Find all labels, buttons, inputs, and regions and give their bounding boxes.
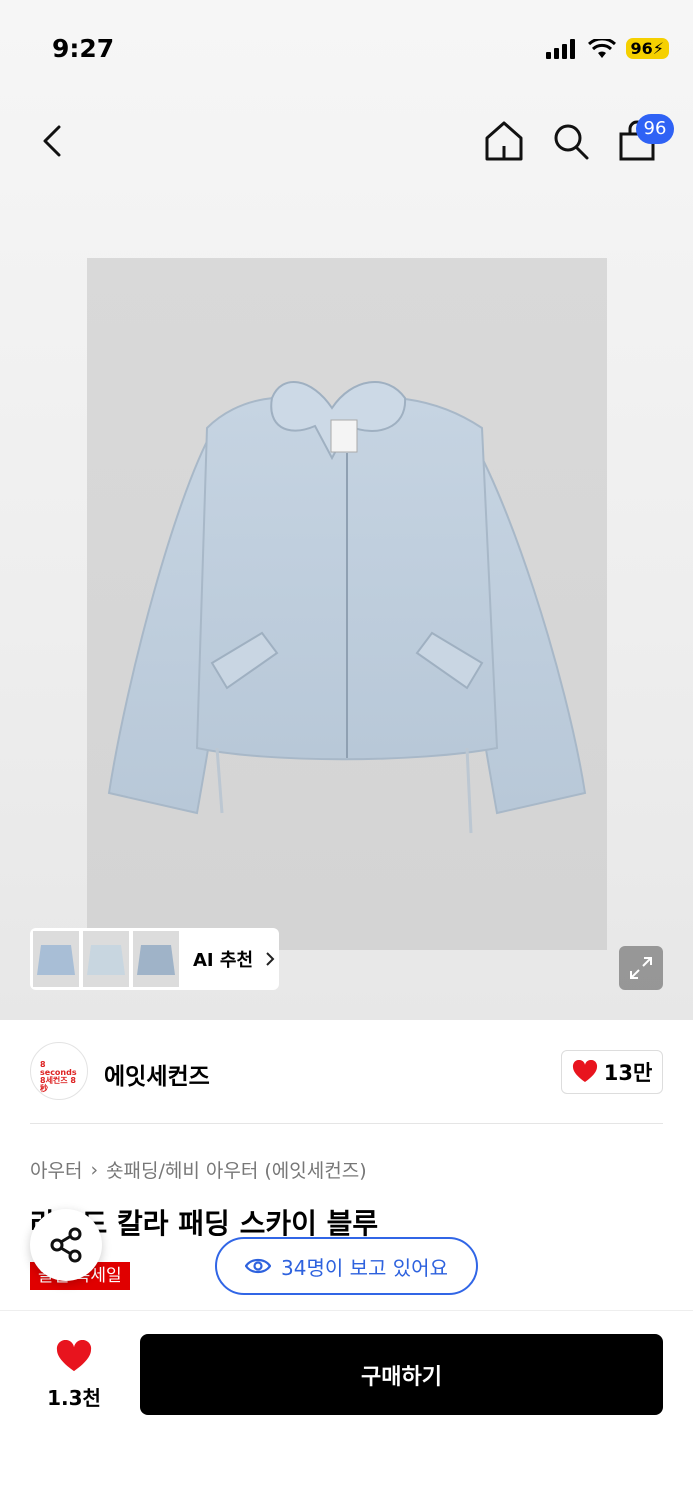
recommendation-thumbnail[interactable] — [83, 931, 129, 987]
expand-icon — [630, 957, 652, 979]
breadcrumb: 아우터 › 숏패딩/헤비 아우터 (에잇세컨즈) — [30, 1156, 367, 1183]
product-image[interactable] — [87, 258, 607, 950]
viewers-indicator: 34명이 보고 있어요 — [215, 1237, 478, 1295]
back-arrow-icon[interactable] — [34, 118, 74, 164]
search-icon[interactable] — [551, 120, 591, 162]
status-time: 9:27 — [52, 34, 115, 63]
share-button[interactable] — [30, 1209, 102, 1281]
chevron-right-icon — [266, 952, 275, 966]
chevron-right-icon: › — [90, 1158, 99, 1181]
viewers-text: 34명이 보고 있어요 — [281, 1255, 448, 1280]
wifi-icon — [587, 38, 616, 58]
battery-indicator: 96⚡ — [625, 38, 669, 59]
brand-row[interactable]: 8 seconds 8세컨즈 8秒 에잇세컨즈 13만 — [30, 1040, 663, 1104]
breadcrumb-subcategory[interactable]: 숏패딩/헤비 아우터 (에잇세컨즈) — [106, 1156, 367, 1183]
jacket-illustration — [107, 381, 587, 834]
divider — [30, 1123, 663, 1124]
heart-icon — [56, 1339, 92, 1372]
product-gallery[interactable]: 9:27 96⚡ 96 AI 추천 — [0, 0, 693, 1020]
home-icon[interactable] — [484, 120, 524, 162]
expand-image-button[interactable] — [619, 946, 663, 990]
brand-logo[interactable]: 8 seconds 8세컨즈 8秒 — [30, 1042, 88, 1100]
top-nav — [0, 110, 693, 170]
brand-logo-text: 8 seconds 8세컨즈 8秒 — [40, 1060, 77, 1093]
status-icons: 96⚡ — [545, 38, 669, 59]
eye-icon — [245, 1258, 272, 1274]
brand-like-count: 13만 — [603, 1061, 653, 1085]
ai-recommendation-strip[interactable]: AI 추천 — [30, 928, 279, 990]
share-icon — [50, 1227, 82, 1263]
signal-icon — [545, 38, 575, 59]
recommendation-thumbnail[interactable] — [133, 931, 179, 987]
breadcrumb-category[interactable]: 아우터 — [30, 1156, 82, 1183]
cart-count-badge: 96 — [636, 114, 674, 144]
buy-button[interactable]: 구매하기 — [140, 1334, 663, 1415]
brand-name[interactable]: 에잇세컨즈 — [104, 1057, 210, 1091]
heart-icon — [572, 1060, 597, 1082]
brand-like-button[interactable]: 13만 — [561, 1050, 663, 1094]
wishlist-button[interactable]: 1.3천 — [40, 1339, 108, 1411]
wishlist-count: 1.3천 — [47, 1386, 101, 1410]
ai-recommend-label: AI 추천 — [193, 950, 254, 971]
recommendation-thumbnail[interactable] — [33, 931, 79, 987]
status-bar: 9:27 96⚡ — [0, 0, 693, 100]
